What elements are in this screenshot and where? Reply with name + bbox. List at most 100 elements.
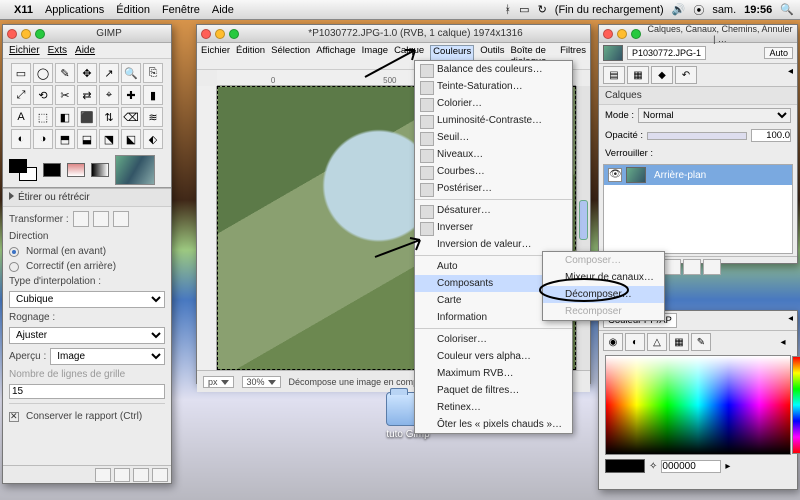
tool-button-1[interactable]: ◯	[33, 63, 53, 83]
menu-item-seuil[interactable]: Seuil…	[415, 129, 572, 146]
select-clip[interactable]: Ajuster	[9, 327, 165, 344]
zoom-button[interactable]	[631, 29, 641, 39]
hex-input[interactable]	[661, 460, 721, 473]
tool-button-25[interactable]: ⬔	[99, 129, 119, 149]
transform-path-button[interactable]	[113, 211, 129, 227]
tab-undo-icon[interactable]: ↶	[675, 66, 697, 84]
gradient-indicator[interactable]	[91, 163, 109, 177]
tool-button-8[interactable]: ⟲	[33, 85, 53, 105]
menu-item-retinex[interactable]: Retinex…	[415, 399, 572, 416]
doc-thumb[interactable]	[603, 45, 623, 61]
tool-button-16[interactable]: ◧	[55, 107, 75, 127]
image-menu-eichier[interactable]: Eichier	[201, 45, 230, 67]
tool-button-20[interactable]: ≋	[143, 107, 163, 127]
tool-button-26[interactable]: ⬕	[121, 129, 141, 149]
wifi-icon[interactable]: ⦿	[693, 2, 704, 18]
minimize-button[interactable]	[215, 29, 225, 39]
visibility-icon[interactable]: 👁	[608, 168, 622, 182]
anchor-layer-button[interactable]	[683, 259, 701, 275]
picker-cmyk-icon[interactable]: ◐	[625, 333, 645, 351]
menu-item-balancedescouleurs[interactable]: Balance des couleurs…	[415, 61, 572, 78]
volume-icon[interactable]: 🔊	[672, 3, 686, 16]
picker-menu-icon[interactable]: ◂	[773, 333, 793, 351]
menu-item-niveaux[interactable]: Niveaux…	[415, 146, 572, 163]
unit-selector[interactable]: px	[203, 376, 234, 388]
scrollbar-vertical[interactable]	[576, 86, 590, 370]
close-button[interactable]	[7, 29, 17, 39]
app-name[interactable]: X11	[14, 4, 33, 16]
toolbox-menu-exts[interactable]: Exts	[48, 45, 67, 56]
display-icon[interactable]: ▭	[519, 3, 529, 16]
tool-button-13[interactable]: ▮	[143, 85, 163, 105]
menu-item-teintesaturation[interactable]: Teinte-Saturation…	[415, 78, 572, 95]
hue-slider[interactable]	[792, 356, 800, 454]
transform-selection-button[interactable]	[93, 211, 109, 227]
tool-button-12[interactable]: ✚	[121, 85, 141, 105]
tool-button-14[interactable]: A	[11, 107, 31, 127]
tool-button-6[interactable]: ⎘	[143, 63, 163, 83]
toolbox-titlebar[interactable]: GIMP	[3, 25, 171, 43]
tool-button-22[interactable]: ◑	[33, 129, 53, 149]
menu-item-dsaturer[interactable]: Désaturer…	[415, 202, 572, 219]
menu-item-coloriser[interactable]: Coloriser…	[415, 331, 572, 348]
picker-watercolor-icon[interactable]: ▦	[669, 333, 689, 351]
image-menu-édition[interactable]: Édition	[236, 45, 265, 67]
restore-options-button[interactable]	[114, 468, 130, 482]
fg-bg-swatch[interactable]	[9, 159, 37, 181]
radio-direction-normal[interactable]	[9, 247, 19, 257]
tool-button-27[interactable]: ⬖	[143, 129, 163, 149]
input-gridlines[interactable]	[9, 384, 165, 399]
tool-button-2[interactable]: ✎	[55, 63, 75, 83]
minimize-button[interactable]	[617, 29, 627, 39]
picker-triangle-icon[interactable]: △	[647, 333, 667, 351]
menu-applications[interactable]: Applications	[45, 4, 104, 16]
eyedropper-icon[interactable]: ✧	[649, 461, 657, 472]
menu-item-colorier[interactable]: Colorier…	[415, 95, 572, 112]
layer-item[interactable]: 👁 Arrière-plan	[604, 165, 792, 185]
tool-button-15[interactable]: ⬚	[33, 107, 53, 127]
layers-titlebar[interactable]: Calques, Canaux, Chemins, Annuler | …	[599, 25, 797, 43]
menu-item-luminositcontraste[interactable]: Luminosité-Contraste…	[415, 112, 572, 129]
delete-options-button[interactable]	[133, 468, 149, 482]
tab-menu-icon[interactable]: ◂	[788, 66, 793, 84]
radio-direction-corrective[interactable]	[9, 262, 19, 272]
toolbox-menu-help[interactable]: Aide	[75, 45, 95, 56]
tool-button-17[interactable]: ⬛	[77, 107, 97, 127]
image-menu-sélection[interactable]: Sélection	[271, 45, 310, 67]
menu-item-inverser[interactable]: Inverser	[415, 219, 572, 236]
color-spectrum[interactable]	[605, 355, 791, 455]
tool-button-11[interactable]: ⌖	[99, 85, 119, 105]
menu-edition[interactable]: Édition	[116, 4, 150, 16]
menu-item-postriser[interactable]: Postériser…	[415, 180, 572, 197]
menu-item-paquetdefiltres[interactable]: Paquet de filtres…	[415, 382, 572, 399]
bluetooth-icon[interactable]: ᚼ	[505, 4, 512, 16]
save-options-button[interactable]	[95, 468, 111, 482]
select-interpolation[interactable]: Cubique	[9, 291, 165, 308]
pattern-indicator[interactable]	[67, 163, 85, 177]
color-menu-icon[interactable]: ▸	[725, 461, 730, 472]
tool-button-3[interactable]: ✥	[77, 63, 97, 83]
tool-button-21[interactable]: ◐	[11, 129, 31, 149]
menu-item-courbes[interactable]: Courbes…	[415, 163, 572, 180]
tool-button-0[interactable]: ▭	[11, 63, 31, 83]
select-mode[interactable]: Normal	[638, 108, 791, 123]
active-image-thumb[interactable]	[115, 155, 155, 185]
tool-button-5[interactable]: 🔍	[121, 63, 141, 83]
tool-button-10[interactable]: ⇄	[77, 85, 97, 105]
checkbox-keep-ratio[interactable]	[9, 412, 19, 422]
tool-button-18[interactable]: ⇅	[99, 107, 119, 127]
spotlight-icon[interactable]: 🔍	[780, 3, 794, 16]
tab-menu-icon[interactable]: ◂	[788, 313, 793, 328]
menu-aide[interactable]: Aide	[212, 4, 234, 16]
menu-item-terlespixelschauds[interactable]: Ôter les « pixels chauds »…	[415, 416, 572, 433]
brush-indicator[interactable]	[43, 163, 61, 177]
minimize-button[interactable]	[21, 29, 31, 39]
delete-layer-button[interactable]	[703, 259, 721, 275]
picker-scales-icon[interactable]: ✎	[691, 333, 711, 351]
tab-layers-icon[interactable]: ▤	[603, 66, 625, 84]
zoom-button[interactable]	[35, 29, 45, 39]
image-titlebar[interactable]: *P1030772.JPG-1.0 (RVB, 1 calque) 1974x1…	[197, 25, 590, 43]
menu-fenetre[interactable]: Fenêtre	[162, 4, 200, 16]
tab-channels-icon[interactable]: ▦	[627, 66, 649, 84]
tool-button-7[interactable]: ⤢	[11, 85, 31, 105]
